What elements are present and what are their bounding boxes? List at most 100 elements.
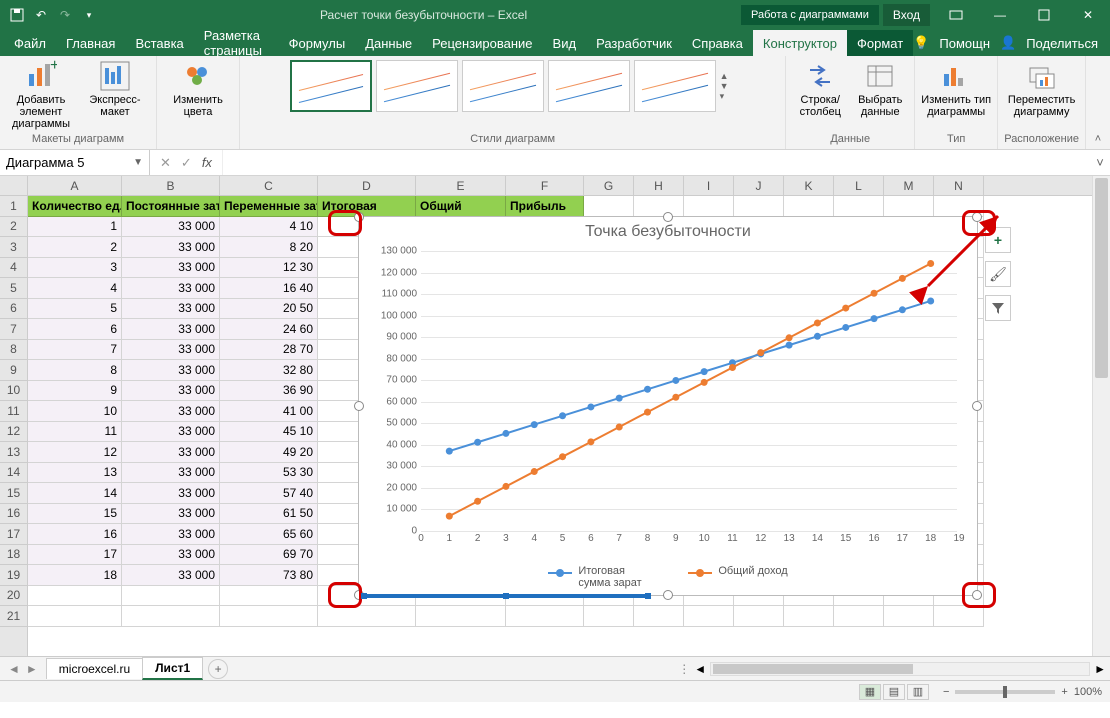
- table-header-cell[interactable]: [684, 196, 734, 217]
- cancel-formula-icon[interactable]: ✕: [160, 155, 171, 171]
- data-range-selection[interactable]: [364, 594, 648, 598]
- chart-style-4[interactable]: [548, 60, 630, 112]
- table-cell[interactable]: [220, 586, 318, 607]
- hscroll-right-icon[interactable]: ►: [1094, 662, 1106, 676]
- table-cell[interactable]: [634, 606, 684, 627]
- quick-layout-button[interactable]: Экспресс-макет: [80, 60, 150, 130]
- table-cell[interactable]: 33 000: [122, 360, 220, 381]
- tab-chart-format[interactable]: Формат: [847, 30, 913, 56]
- table-cell[interactable]: 12 30: [220, 258, 318, 279]
- table-cell[interactable]: 33 000: [122, 463, 220, 484]
- table-cell[interactable]: 41 00: [220, 401, 318, 422]
- table-cell[interactable]: 9: [28, 381, 122, 402]
- zoom-in-icon[interactable]: +: [1061, 686, 1067, 698]
- tab-formulas[interactable]: Формулы: [279, 30, 356, 56]
- table-header-cell[interactable]: Переменные затраты: [220, 196, 318, 217]
- row-header[interactable]: 7: [0, 319, 27, 340]
- row-header[interactable]: 16: [0, 504, 27, 525]
- table-cell[interactable]: 33 000: [122, 524, 220, 545]
- change-chart-type-button[interactable]: Изменить тип диаграммы: [921, 60, 991, 118]
- table-cell[interactable]: [784, 606, 834, 627]
- save-icon[interactable]: [8, 6, 26, 24]
- column-header[interactable]: A: [28, 176, 122, 195]
- table-cell[interactable]: 36 90: [220, 381, 318, 402]
- sheet-nav-prev-icon[interactable]: ◄: [8, 662, 20, 676]
- chart-style-2[interactable]: [376, 60, 458, 112]
- style-gallery-scroll[interactable]: ▲▼▾: [720, 60, 736, 112]
- tab-chart-design[interactable]: Конструктор: [753, 30, 847, 56]
- tab-file[interactable]: Файл: [4, 30, 56, 56]
- table-cell[interactable]: 33 000: [122, 258, 220, 279]
- table-cell[interactable]: 32 80: [220, 360, 318, 381]
- sheet-tab-1[interactable]: microexcel.ru: [46, 658, 143, 679]
- change-colors-button[interactable]: Изменить цвета: [163, 60, 233, 118]
- table-cell[interactable]: 33 000: [122, 278, 220, 299]
- add-chart-element-button[interactable]: + Добавить элемент диаграммы: [6, 60, 76, 130]
- chart-style-1[interactable]: [290, 60, 372, 112]
- zoom-slider[interactable]: [955, 690, 1055, 694]
- row-header[interactable]: 6: [0, 299, 27, 320]
- table-cell[interactable]: 73 80: [220, 565, 318, 586]
- close-icon[interactable]: ✕: [1066, 0, 1110, 30]
- table-cell[interactable]: [28, 586, 122, 607]
- table-cell[interactable]: 33 000: [122, 381, 220, 402]
- move-chart-button[interactable]: Переместить диаграмму: [1007, 60, 1077, 118]
- sheet-tab-2[interactable]: Лист1: [142, 657, 203, 680]
- row-header[interactable]: 18: [0, 545, 27, 566]
- tell-me-icon[interactable]: 💡: [913, 35, 929, 51]
- enter-formula-icon[interactable]: ✓: [181, 155, 192, 171]
- table-cell[interactable]: 33 000: [122, 504, 220, 525]
- view-normal-icon[interactable]: ▦: [859, 684, 881, 700]
- table-cell[interactable]: 7: [28, 340, 122, 361]
- maximize-icon[interactable]: [1022, 0, 1066, 30]
- zoom-level[interactable]: 100%: [1074, 686, 1102, 698]
- row-header[interactable]: 19: [0, 565, 27, 586]
- table-cell[interactable]: 2: [28, 237, 122, 258]
- table-cell[interactable]: 33 000: [122, 442, 220, 463]
- table-cell[interactable]: 18: [28, 565, 122, 586]
- chart-handle-ml[interactable]: [354, 401, 364, 411]
- zoom-out-icon[interactable]: −: [943, 686, 949, 698]
- table-cell[interactable]: 49 20: [220, 442, 318, 463]
- column-header[interactable]: I: [684, 176, 734, 195]
- column-header[interactable]: L: [834, 176, 884, 195]
- table-cell[interactable]: [834, 606, 884, 627]
- row-header[interactable]: 12: [0, 422, 27, 443]
- table-header-cell[interactable]: [834, 196, 884, 217]
- column-header[interactable]: F: [506, 176, 584, 195]
- horizontal-scrollbar[interactable]: [710, 662, 1090, 676]
- view-page-break-icon[interactable]: ▥: [907, 684, 929, 700]
- tab-view[interactable]: Вид: [543, 30, 587, 56]
- table-cell[interactable]: 53 30: [220, 463, 318, 484]
- collapse-ribbon-icon[interactable]: ˄: [1086, 56, 1110, 149]
- undo-icon[interactable]: ↶: [32, 6, 50, 24]
- table-cell[interactable]: 57 40: [220, 483, 318, 504]
- row-header[interactable]: 15: [0, 483, 27, 504]
- table-cell[interactable]: 5: [28, 299, 122, 320]
- tab-home[interactable]: Главная: [56, 30, 125, 56]
- chart-handle-tm[interactable]: [663, 212, 673, 222]
- column-header[interactable]: J: [734, 176, 784, 195]
- table-cell[interactable]: [220, 606, 318, 627]
- chart-handle-mr[interactable]: [972, 401, 982, 411]
- tab-review[interactable]: Рецензирование: [422, 30, 542, 56]
- table-cell[interactable]: 14: [28, 483, 122, 504]
- new-sheet-button[interactable]: +: [208, 659, 228, 679]
- select-all-corner[interactable]: [0, 176, 27, 196]
- chart-plot-area[interactable]: 010 00020 00030 00040 00050 00060 00070 …: [421, 251, 957, 529]
- table-cell[interactable]: 8: [28, 360, 122, 381]
- embedded-chart[interactable]: Точка безубыточности 010 00020 00030 000…: [358, 216, 978, 596]
- table-header-cell[interactable]: [784, 196, 834, 217]
- table-cell[interactable]: 45 10: [220, 422, 318, 443]
- column-header[interactable]: H: [634, 176, 684, 195]
- table-cell[interactable]: [122, 586, 220, 607]
- row-header[interactable]: 5: [0, 278, 27, 299]
- table-cell[interactable]: 24 60: [220, 319, 318, 340]
- minimize-icon[interactable]: ―: [978, 0, 1022, 30]
- row-header[interactable]: 10: [0, 381, 27, 402]
- chart-handle-bm[interactable]: [663, 590, 673, 600]
- table-cell[interactable]: 16 40: [220, 278, 318, 299]
- ribbon-options-icon[interactable]: [934, 0, 978, 30]
- table-cell[interactable]: 33 000: [122, 545, 220, 566]
- column-header[interactable]: M: [884, 176, 934, 195]
